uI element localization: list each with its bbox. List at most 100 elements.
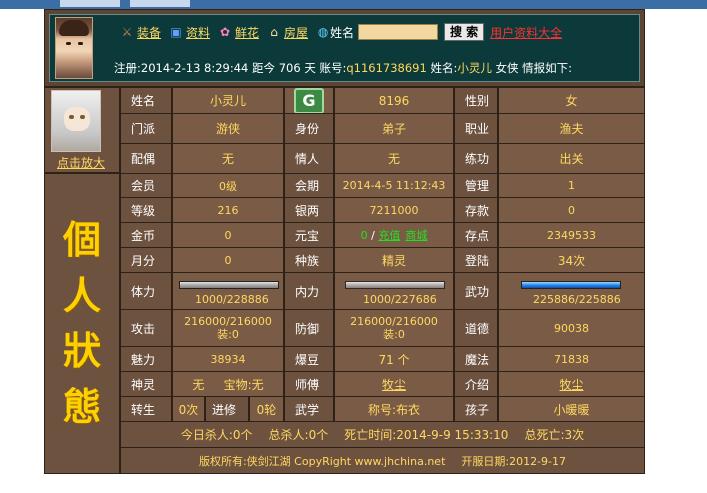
globe-icon: ◍ [317,25,329,39]
zoom-link[interactable]: 点击放大 [57,154,105,171]
label-charm: 魅力 [120,346,172,372]
value-beans: 71 个 [334,346,454,372]
reg-days-unit: 天 [304,61,316,75]
master-link[interactable]: 牧尘 [382,376,406,393]
label-spouse: 配偶 [120,143,172,174]
menu-house[interactable]: ⌂ 房屋 [267,24,308,41]
profile-header: ⚔ 装备 ▣ 资料 ✿ 鲜花 ⌂ 房屋 ◍ 姓名 搜 索 用户资料大全 注册:2… [44,9,645,87]
value-defense-equip: 装:0 [383,328,405,341]
all-profiles-link[interactable]: 用户资料大全 [490,24,562,41]
mp-cell: 1000/227686 [334,272,454,310]
search-button[interactable]: 搜 索 [444,23,485,41]
label-lover: 情人 [284,143,334,174]
deaths-total: 总死亡:3次 [524,428,585,442]
referrer-link[interactable]: 牧尘 [559,376,583,393]
title-char-3: 狀 [62,328,101,374]
header-panel: ⚔ 装备 ▣ 资料 ✿ 鲜花 ⌂ 房屋 ◍ 姓名 搜 索 用户资料大全 注册:2… [49,14,640,82]
label-member-period: 会期 [284,173,334,198]
title-char-2: 人 [62,272,101,318]
defense-cell: 216000/216000 装:0 [334,309,454,347]
attack-cell: 216000/216000 装:0 [172,309,284,347]
recharge-link[interactable]: 充值 [378,227,400,243]
label-magic: 魔法 [454,346,498,372]
mp-bar-track [345,281,445,289]
label-beans: 爆豆 [284,346,334,372]
label-mp: 内力 [284,272,334,310]
label-member: 会员 [120,173,172,198]
profile-table: 点击放大 個 人 狀 態 姓名 小灵儿 G 8196 性别 女 门派 游侠 身份… [44,87,645,474]
label-morality: 道德 [454,309,498,347]
value-treasure: 宝物:无 [223,377,264,392]
portrait-image[interactable] [51,90,101,152]
value-study: 0轮 [249,396,284,422]
open-date: 开服日期:2012-9-17 [461,454,567,468]
label-defense: 防御 [284,309,334,347]
label-profession: 职业 [454,113,498,144]
label-sect: 门派 [120,113,172,144]
label-admin: 管理 [454,173,498,198]
value-charm: 38934 [172,346,284,372]
label-rebirth: 转生 [120,396,172,422]
value-id: 8196 [334,87,454,114]
g-badge-icon[interactable]: G [294,87,324,114]
value-level: 216 [172,197,284,223]
menu-flower-link[interactable]: 鲜花 [235,24,259,41]
menu-profile-link[interactable]: 资料 [186,24,210,41]
hp-bar-track [179,281,279,289]
menu-house-link[interactable]: 房屋 [284,24,308,41]
menu-profile[interactable]: ▣ 资料 [169,24,210,41]
reg-date: 2014-2-13 8:29:44 [140,61,249,75]
account-value: q1161738691 [346,61,427,75]
menu-equipment[interactable]: ⚔ 装备 [120,24,161,41]
name-value: 小灵儿 [457,61,492,75]
label-gold: 金币 [120,222,172,248]
label-training: 练功 [454,143,498,174]
value-attack-equip: 装:0 [217,328,239,341]
flower-icon: ✿ [220,25,231,39]
value-points: 2349533 [498,222,645,248]
label-race: 种族 [284,247,334,273]
label-hp: 体力 [120,272,172,310]
copyright-footer: 版权所有:侠剑江湖 CopyRight www.jhchina.net 开服日期… [120,447,645,474]
value-yuanbao: 0 [360,228,368,242]
value-member: 0级 [172,173,284,198]
user-avatar[interactable] [55,17,93,79]
title-char-4: 態 [62,384,101,430]
label-name: 姓名 [120,87,172,114]
value-name: 小灵儿 [172,87,284,114]
label-identity: 身份 [284,113,334,144]
search-name-label: 姓名 [330,25,355,40]
label-martial-study: 武学 [284,396,334,422]
registration-line: 注册:2014-2-13 8:29:44 距今 706 天 账号:q116173… [114,60,572,76]
copyright-text: 版权所有:侠剑江湖 CopyRight www.jhchina.net [198,454,446,468]
label-logins: 登陆 [454,247,498,273]
value-yuanbao-cell: 0 / 充值 商城 [334,222,454,248]
mall-link[interactable]: 商城 [405,227,427,243]
label-silver: 银两 [284,197,334,223]
name-label: 姓名: [430,61,458,75]
value-morality: 90038 [498,309,645,347]
personal-status-title: 個 人 狀 態 [44,173,120,474]
menu-equipment-link[interactable]: 装备 [137,24,161,41]
value-identity: 弟子 [334,113,454,144]
value-profession: 渔夫 [498,113,645,144]
kills-today: 今日杀人:0个 [180,428,253,442]
gender-text: 女侠 [495,61,519,75]
value-sect: 游侠 [172,113,284,144]
value-hp: 1000/228886 [195,293,269,306]
label-martial: 武功 [454,272,498,310]
value-training: 出关 [498,143,645,174]
label-gender: 性别 [454,87,498,114]
death-time: 死亡时间:2014-9-9 15:33:10 [344,428,509,442]
label-deposit: 存款 [454,197,498,223]
label-master: 师傅 [284,371,334,397]
search-input[interactable] [358,24,439,40]
menu-flower[interactable]: ✿ 鲜花 [218,24,259,41]
value-lover: 无 [334,143,454,174]
title-char-1: 個 [62,216,101,262]
label-points: 存点 [454,222,498,248]
martial-bar-fill [522,282,620,288]
value-defense: 216000/216000 [350,315,438,328]
value-member-period: 2014-4-5 11:12:43 [334,173,454,198]
martial-bar [521,281,621,289]
